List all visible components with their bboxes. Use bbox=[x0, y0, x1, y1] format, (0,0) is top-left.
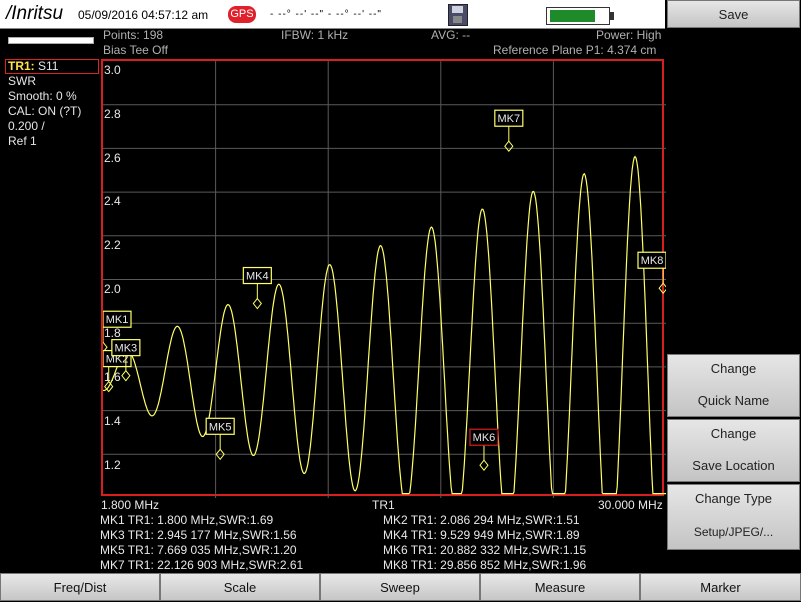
y-tick-label: 1.6 bbox=[104, 370, 121, 384]
swr-plot[interactable]: MK1 MK2 MK3 MK4 MK5 MK6 MK7 MK8 bbox=[101, 59, 666, 498]
menu-measure[interactable]: Measure bbox=[480, 573, 640, 601]
marker-value: 2.945 177 MHz,SWR:1.56 bbox=[157, 528, 297, 542]
y-tick-label: 1.4 bbox=[104, 414, 121, 428]
menu-sweep[interactable]: Sweep bbox=[320, 573, 480, 601]
button-label-line2: Save Location bbox=[692, 458, 775, 473]
marker-label: MK5 TR1: bbox=[100, 543, 154, 557]
marker-label: MK3 TR1: bbox=[100, 528, 154, 542]
button-label-line1: Change bbox=[710, 426, 757, 441]
ifbw-readout: IFBW: 1 kHz bbox=[281, 28, 349, 42]
marker-value: 9.529 949 MHz,SWR:1.89 bbox=[440, 528, 580, 542]
change-save-location-button[interactable]: Change Save Location bbox=[667, 419, 800, 482]
trace-label[interactable]: TR1: S11 bbox=[8, 59, 58, 73]
save-button[interactable]: Save bbox=[667, 0, 800, 28]
marker-value: 22.126 903 MHz,SWR:2.61 bbox=[157, 558, 304, 572]
marker-label: MK7 TR1: bbox=[100, 558, 154, 572]
title-bar-indicator bbox=[8, 37, 94, 44]
menu-marker[interactable]: Marker bbox=[640, 573, 801, 601]
anritsu-logo: /Inritsu bbox=[6, 3, 64, 24]
marker-label: MK6 TR1: bbox=[383, 543, 437, 557]
avg-readout: AVG: -- bbox=[431, 28, 471, 42]
points-readout: Points: 198 bbox=[103, 28, 164, 42]
marker-flag-label: MK6 bbox=[473, 432, 496, 444]
marker-readout: MK4 TR1: 9.529 949 MHz,SWR:1.89 bbox=[383, 528, 580, 542]
marker-diamond bbox=[479, 459, 489, 472]
save-disk-icon bbox=[448, 4, 468, 26]
battery-icon bbox=[546, 7, 614, 25]
y-tick-label: 2.2 bbox=[104, 238, 121, 252]
y-tick-label: 3.0 bbox=[104, 63, 121, 77]
change-type-button[interactable]: Change Type Setup/JPEG/... bbox=[667, 484, 800, 550]
softkey-panel: Save Change Quick Name Change Save Locat… bbox=[667, 0, 801, 570]
marker-diamond bbox=[252, 297, 262, 310]
battery-tip bbox=[610, 12, 614, 20]
reference-line: Ref 1 bbox=[8, 134, 37, 148]
button-label-line1: Change bbox=[710, 361, 757, 376]
marker-flag-label: MK1 bbox=[106, 314, 129, 326]
marker-readout: MK5 TR1: 7.669 035 MHz,SWR:1.20 bbox=[100, 543, 297, 557]
button-label-line1: Change Type bbox=[694, 491, 773, 506]
marker-readout: MK1 TR1: 1.800 MHz,SWR:1.69 bbox=[100, 513, 273, 527]
marker-value: 7.669 035 MHz,SWR:1.20 bbox=[157, 543, 297, 557]
trace-format: SWR bbox=[8, 74, 36, 88]
marker-flag-label: MK7 bbox=[498, 113, 521, 125]
marker-label: MK2 TR1: bbox=[383, 513, 437, 527]
marker-label: MK8 TR1: bbox=[383, 558, 437, 572]
x-start-frequency: 1.800 MHz bbox=[101, 498, 160, 512]
button-label-line2: Quick Name bbox=[697, 393, 770, 408]
y-tick-label: 2.8 bbox=[104, 107, 121, 121]
date-time: 05/09/2016 04:57:12 am bbox=[78, 8, 209, 22]
scale-per-division: 0.200 / bbox=[8, 119, 45, 133]
marker-label: MK4 TR1: bbox=[383, 528, 437, 542]
marker-diamond bbox=[121, 369, 131, 382]
y-tick-label: 1.2 bbox=[104, 458, 121, 472]
y-tick-label: 1.8 bbox=[104, 326, 121, 340]
marker-value: 29.856 852 MHz,SWR:1.96 bbox=[440, 558, 587, 572]
battery-level bbox=[550, 10, 595, 22]
power-readout: Power: High bbox=[596, 28, 662, 42]
main-menu-bar: Freq/Dist Scale Sweep Measure Marker bbox=[0, 573, 801, 601]
marker-flag-label: MK3 bbox=[115, 343, 138, 355]
swr-trace-graph: MK1MK2MK3MK4MK5MK6MK7MK8 bbox=[103, 61, 666, 498]
gps-icon: GPS bbox=[228, 6, 256, 23]
marker-diamond bbox=[658, 282, 666, 295]
y-tick-label: 2.0 bbox=[104, 282, 121, 296]
x-stop-frequency: 30.000 MHz bbox=[598, 498, 663, 512]
marker-label: MK1 TR1: bbox=[100, 513, 154, 527]
gps-coordinates: - --° --' --" - --° --' --" bbox=[270, 9, 382, 20]
trace-param: S11 bbox=[38, 59, 59, 73]
change-quick-name-button[interactable]: Change Quick Name bbox=[667, 354, 800, 417]
marker-value: 1.800 MHz,SWR:1.69 bbox=[157, 513, 274, 527]
y-tick-label: 2.6 bbox=[104, 151, 121, 165]
trace-smoothing: Smooth: 0 % bbox=[8, 89, 77, 103]
marker-flag-label: MK4 bbox=[246, 271, 269, 283]
bias-tee-readout: Bias Tee Off bbox=[103, 43, 168, 57]
x-trace-label: TR1 bbox=[372, 498, 395, 512]
marker-diamond bbox=[504, 140, 514, 153]
button-label-line2: Setup/JPEG/... bbox=[693, 525, 774, 539]
reference-plane-readout: Reference Plane P1: 4.374 cm bbox=[493, 43, 657, 57]
menu-freq-dist[interactable]: Freq/Dist bbox=[0, 573, 160, 601]
trace-id: TR1: bbox=[8, 59, 35, 73]
y-tick-label: 2.4 bbox=[104, 194, 121, 208]
status-bar: /Inritsu 05/09/2016 04:57:12 am GPS - --… bbox=[0, 0, 665, 29]
calibration-status: CAL: ON (?T) bbox=[8, 104, 82, 118]
marker-readout: MK8 TR1: 29.856 852 MHz,SWR:1.96 bbox=[383, 558, 586, 572]
marker-flag-label: MK8 bbox=[641, 255, 664, 267]
marker-readout: MK6 TR1: 20.882 332 MHz,SWR:1.15 bbox=[383, 543, 586, 557]
marker-flag-label: MK5 bbox=[209, 421, 232, 433]
marker-value: 2.086 294 MHz,SWR:1.51 bbox=[440, 513, 580, 527]
marker-readout: MK7 TR1: 22.126 903 MHz,SWR:2.61 bbox=[100, 558, 303, 572]
swr-trace-line bbox=[103, 155, 666, 495]
marker-value: 20.882 332 MHz,SWR:1.15 bbox=[440, 543, 587, 557]
marker-readout: MK3 TR1: 2.945 177 MHz,SWR:1.56 bbox=[100, 528, 297, 542]
marker-readout: MK2 TR1: 2.086 294 MHz,SWR:1.51 bbox=[383, 513, 580, 527]
menu-scale[interactable]: Scale bbox=[160, 573, 320, 601]
